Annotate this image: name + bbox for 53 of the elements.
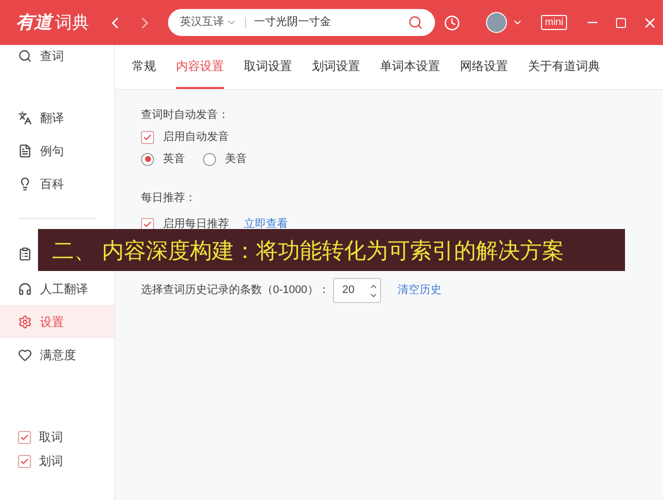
check-icon — [20, 432, 29, 442]
checkbox-label: 启用每日推荐 — [163, 216, 229, 232]
check-icon — [20, 456, 29, 466]
radio-button[interactable] — [141, 152, 154, 166]
settings-icon — [18, 314, 32, 328]
radio-label: 美音 — [225, 152, 247, 167]
headset-icon — [18, 282, 32, 296]
check-icon — [143, 132, 152, 142]
search-field[interactable]: 英汉互译 一寸光阴一寸金 — [168, 9, 435, 36]
checkbox[interactable] — [18, 430, 31, 444]
caption-banner: 二、 内容深度构建：将功能转化为可索引的解决方案 — [38, 229, 625, 271]
mini-button[interactable]: mini — [541, 15, 568, 30]
number-field[interactable]: 20 — [333, 278, 382, 303]
history-icon[interactable] — [444, 14, 460, 30]
tab[interactable]: 取词设置 — [244, 45, 292, 89]
sidebar-item[interactable]: 人工翻译 — [0, 272, 114, 305]
history-count-label: 选择查词历史记录的条数（0-1000）： — [141, 283, 330, 298]
clear-history-link[interactable]: 清空历史 — [397, 282, 442, 299]
checkbox[interactable] — [141, 130, 154, 144]
search-icon[interactable] — [408, 15, 423, 30]
tab[interactable]: 常规 — [132, 45, 156, 89]
sidebar-item[interactable]: 查词 — [0, 45, 114, 67]
lightbulb-icon — [18, 176, 32, 190]
section-title: 查词时自动发音： — [141, 108, 230, 123]
sidebar-item[interactable]: 百科 — [0, 167, 114, 200]
section-title: 每日推荐： — [141, 190, 197, 206]
search-icon — [18, 49, 32, 63]
document-icon — [18, 144, 32, 158]
checkbox[interactable] — [141, 218, 154, 230]
tab[interactable]: 关于有道词典 — [528, 45, 600, 89]
tab[interactable]: 划词设置 — [312, 45, 360, 89]
tab[interactable]: 内容设置 — [176, 45, 224, 89]
sidebar-item[interactable]: 例句 — [0, 134, 114, 167]
logo-subtitle: 词典 — [55, 12, 89, 34]
sidebar-item[interactable]: 翻译 — [0, 101, 114, 134]
tab[interactable]: 单词本设置 — [380, 45, 440, 89]
radio-label: 英音 — [163, 152, 185, 167]
avatar[interactable] — [486, 12, 507, 33]
language-select[interactable]: 英汉互译 — [180, 14, 224, 31]
sidebar-item[interactable]: 满意度 — [0, 338, 114, 371]
heart-icon — [18, 348, 32, 362]
translate-icon — [18, 110, 32, 124]
clipboard-icon — [18, 246, 32, 260]
maximize-icon[interactable] — [615, 16, 628, 28]
toggle-label: 划词 — [39, 453, 63, 470]
toggle-label: 取词 — [39, 429, 63, 446]
search-input[interactable]: 一寸光阴一寸金 — [254, 14, 408, 31]
check-icon — [143, 220, 152, 228]
radio-button[interactable] — [203, 152, 216, 166]
checkbox-label: 启用自动发音 — [163, 130, 229, 145]
logo-text: 有道 — [16, 11, 52, 34]
tab[interactable]: 网络设置 — [460, 45, 508, 89]
checkbox[interactable] — [18, 454, 31, 468]
